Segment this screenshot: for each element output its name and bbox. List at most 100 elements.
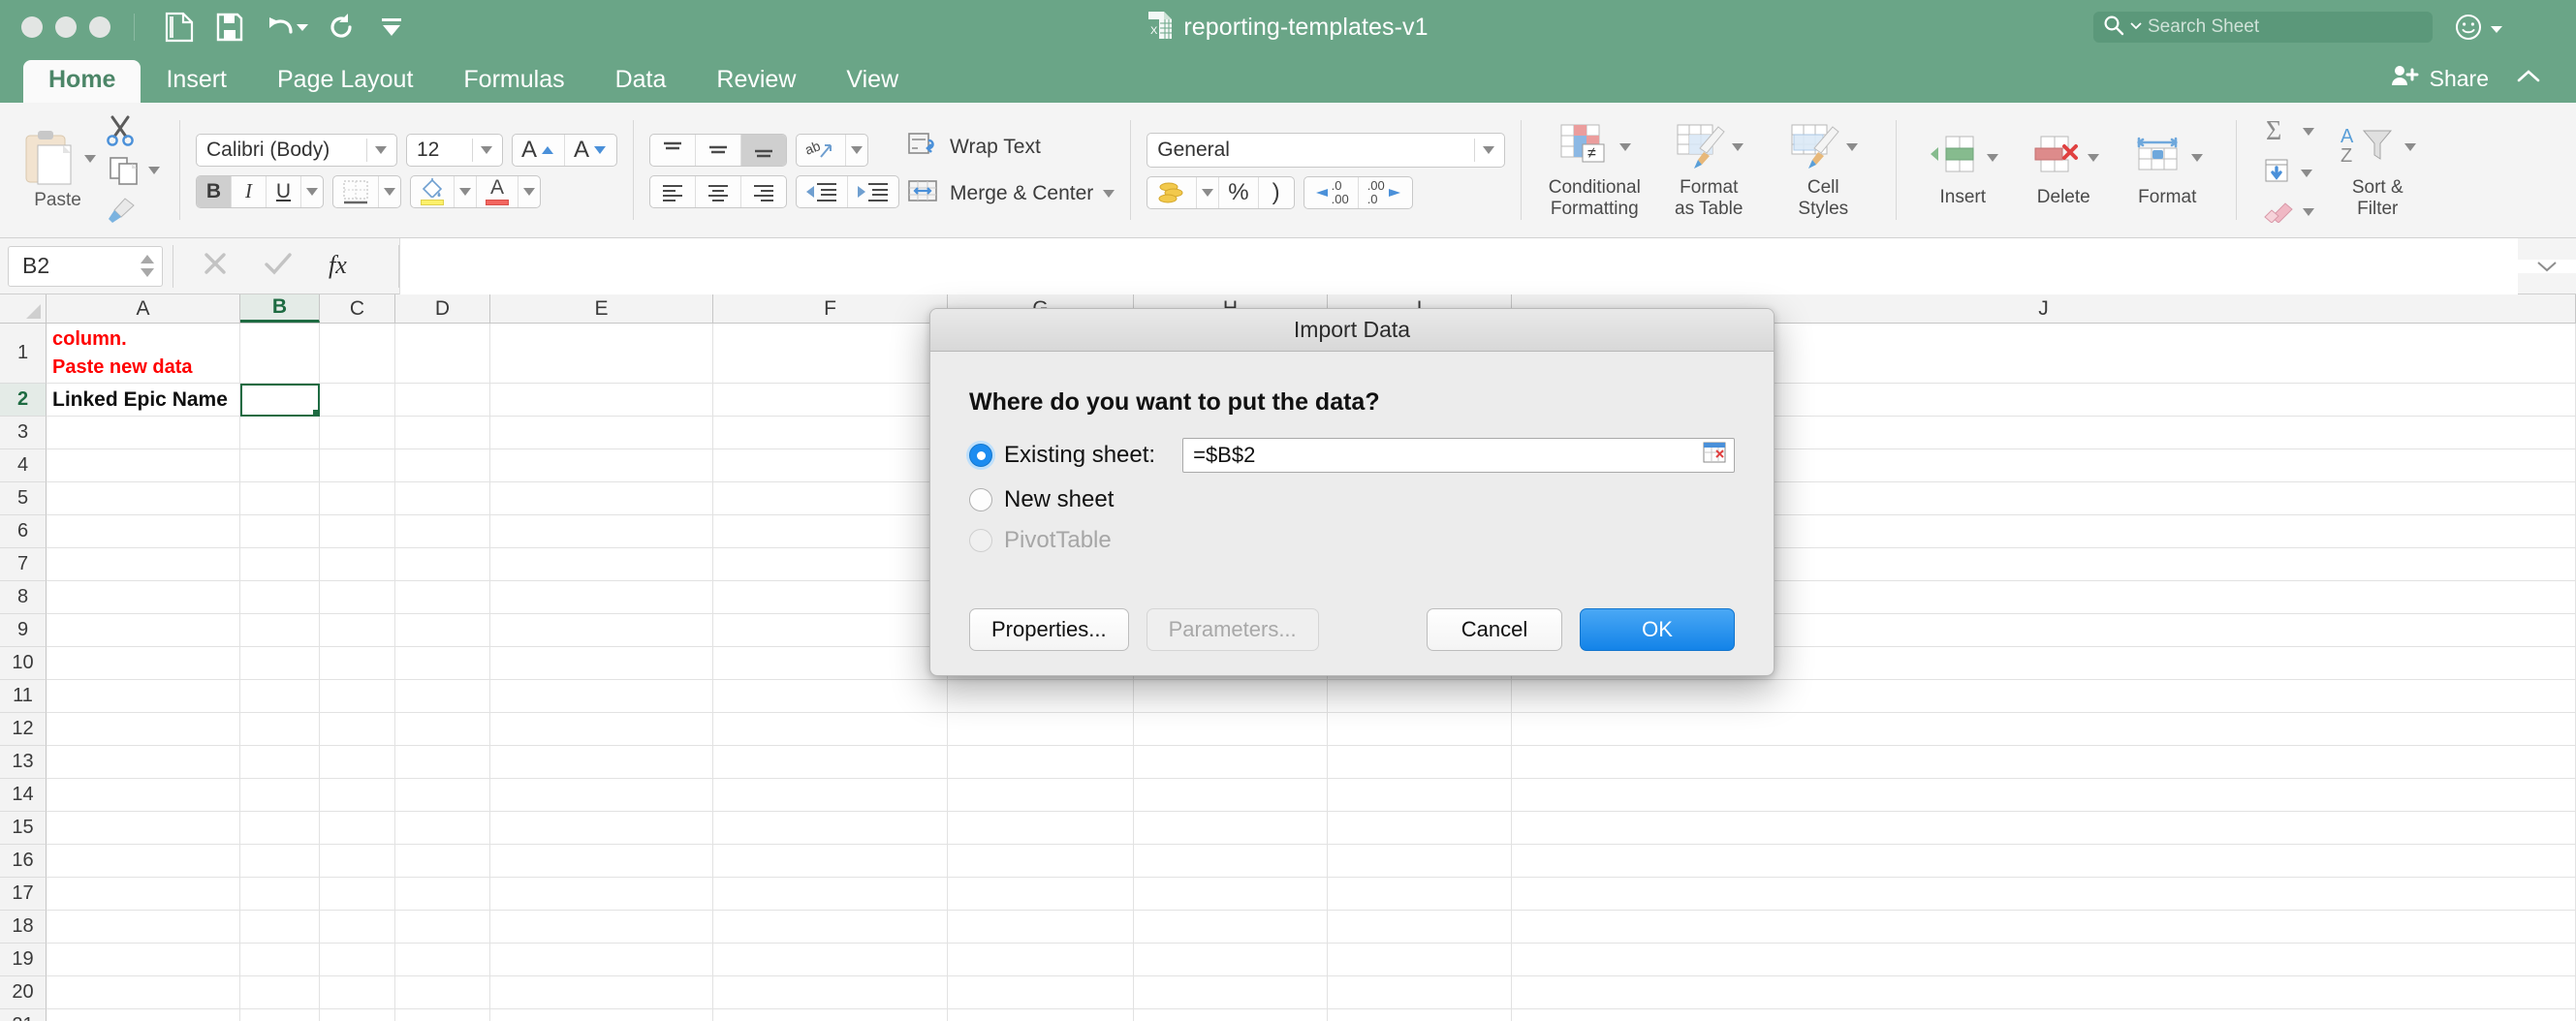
cut-button[interactable] [104,112,164,149]
cell-c6[interactable] [320,515,395,548]
autosum-dropdown-arrow[interactable] [2303,128,2315,136]
fx-icon[interactable]: fx [327,248,361,284]
cell-b12[interactable] [240,713,320,746]
cell-b3[interactable] [240,417,320,449]
column-header-a[interactable]: A [47,294,240,323]
cell-i18[interactable] [1328,911,1512,944]
cell-e11[interactable] [490,680,713,713]
cell-f13[interactable] [713,746,948,779]
cell-d6[interactable] [395,515,490,548]
cell-d7[interactable] [395,548,490,581]
row-header-8[interactable]: 8 [0,581,47,614]
confirm-check-icon[interactable] [263,249,294,283]
cell-j16[interactable] [1512,845,2576,878]
sort-filter-button[interactable]: AZ Sort & Filter [2314,121,2440,220]
name-box-stepper[interactable] [139,254,156,278]
font-color-icon[interactable]: A [477,175,518,207]
font-size-select[interactable]: 12 [406,133,503,167]
cell-b7[interactable] [240,548,320,581]
font-family-select[interactable]: Calibri (Body) [196,133,397,167]
sheets-view-icon[interactable] [154,7,204,47]
row-header-13[interactable]: 13 [0,746,47,779]
cell-c15[interactable] [320,812,395,845]
cell-g17[interactable] [948,878,1134,911]
cell-a4[interactable] [47,449,240,482]
cell-d12[interactable] [395,713,490,746]
cell-a2[interactable]: Linked Epic Name [47,384,240,417]
cell-f18[interactable] [713,911,948,944]
tab-home[interactable]: Home [23,60,141,103]
cell-d16[interactable] [395,845,490,878]
cell-c12[interactable] [320,713,395,746]
row-header-19[interactable]: 19 [0,944,47,976]
cell-d14[interactable] [395,779,490,812]
font-color-dropdown-arrow[interactable] [518,176,540,207]
format-cells-dropdown-arrow[interactable] [2191,154,2204,163]
cell-f4[interactable] [713,449,948,482]
row-header-9[interactable]: 9 [0,614,47,647]
cell-f16[interactable] [713,845,948,878]
cell-f15[interactable] [713,812,948,845]
cell-f21[interactable] [713,1009,948,1021]
cell-g11[interactable] [948,680,1134,713]
accounting-format-icon[interactable] [1147,176,1198,208]
column-header-b[interactable]: B [240,294,320,323]
sort-filter-dropdown-arrow[interactable] [2404,143,2417,152]
ribbon-collapse-button[interactable] [2516,68,2541,90]
cell-f17[interactable] [713,878,948,911]
underline-button[interactable]: U [267,175,301,207]
copy-button[interactable] [108,152,160,189]
cell-d2[interactable] [395,384,490,417]
cell-d15[interactable] [395,812,490,845]
bold-button[interactable]: B [197,175,232,207]
select-all-corner[interactable] [0,294,47,323]
decrease-indent-icon[interactable] [797,175,849,207]
row-header-11[interactable]: 11 [0,680,47,713]
cell-b15[interactable] [240,812,320,845]
cell-d4[interactable] [395,449,490,482]
cell-c11[interactable] [320,680,395,713]
cell-g16[interactable] [948,845,1134,878]
cell-a8[interactable] [47,581,240,614]
cell-b6[interactable] [240,515,320,548]
cell-a3[interactable] [47,417,240,449]
cell-c4[interactable] [320,449,395,482]
column-header-f[interactable]: F [713,294,948,323]
cell-j15[interactable] [1512,812,2576,845]
tab-view[interactable]: View [821,60,924,103]
customize-toolbar-icon[interactable] [366,7,417,47]
cell-h16[interactable] [1134,845,1328,878]
cell-e13[interactable] [490,746,713,779]
clear-button[interactable] [2262,198,2315,228]
search-dropdown-icon[interactable] [2130,18,2142,36]
cell-c20[interactable] [320,976,395,1009]
font-family-dropdown-arrow[interactable] [375,145,396,154]
cell-c10[interactable] [320,647,395,680]
borders-dropdown-arrow[interactable] [379,176,400,207]
cell-a20[interactable] [47,976,240,1009]
cell-g15[interactable] [948,812,1134,845]
redo-icon[interactable] [316,7,366,47]
cancel-button[interactable]: Cancel [1427,608,1562,651]
cell-e8[interactable] [490,581,713,614]
cell-h21[interactable] [1134,1009,1328,1021]
cell-c14[interactable] [320,779,395,812]
cell-c5[interactable] [320,482,395,515]
format-as-table-dropdown-arrow[interactable] [1732,143,1744,152]
cell-b9[interactable] [240,614,320,647]
cell-f10[interactable] [713,647,948,680]
format-painter-button[interactable] [104,192,164,229]
radio-new-sheet-button[interactable] [969,488,992,511]
cell-d18[interactable] [395,911,490,944]
cell-e7[interactable] [490,548,713,581]
column-header-c[interactable]: C [320,294,395,323]
delete-cells-dropdown-arrow[interactable] [2088,154,2100,163]
cell-a7[interactable] [47,548,240,581]
cancel-x-icon[interactable] [201,249,230,283]
cell-b10[interactable] [240,647,320,680]
name-box[interactable]: B2 [8,245,163,287]
cell-c19[interactable] [320,944,395,976]
cell-a12[interactable] [47,713,240,746]
merge-center-dropdown-arrow[interactable] [1103,190,1115,198]
align-bottom-icon[interactable] [741,134,787,166]
